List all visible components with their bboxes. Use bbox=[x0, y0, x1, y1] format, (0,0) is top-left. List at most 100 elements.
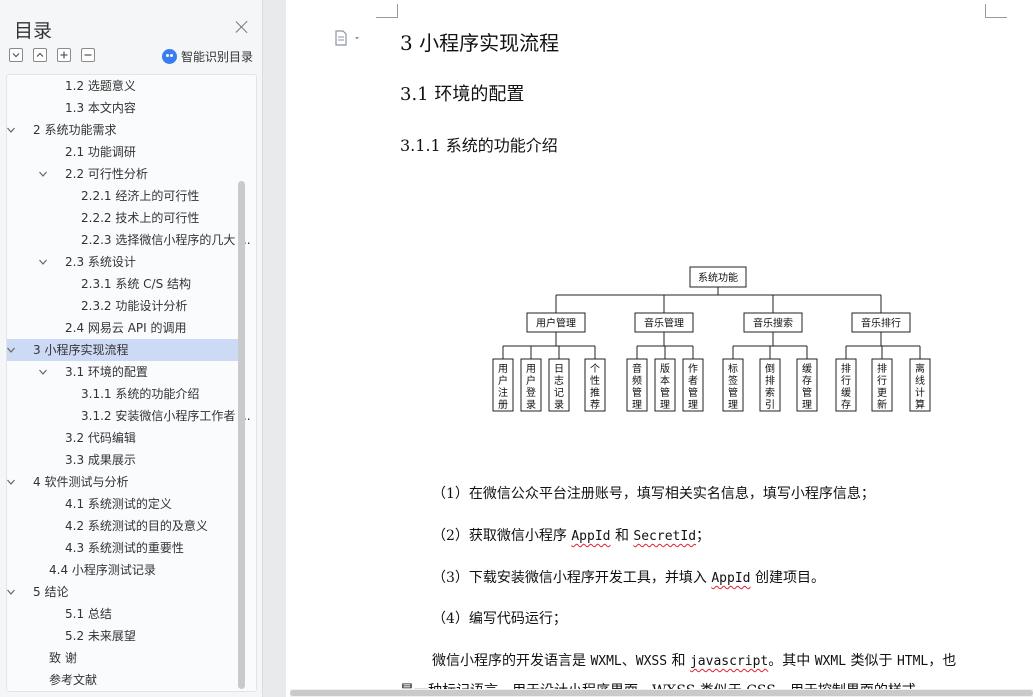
document-icon[interactable] bbox=[335, 30, 363, 46]
chevron-down-icon[interactable] bbox=[7, 478, 15, 486]
toc-item[interactable]: 1.3 本文内容 bbox=[7, 97, 239, 119]
toc-item[interactable]: 2.2.2 技术上的可行性 bbox=[7, 207, 239, 229]
toc-panel: 目录 智能识别目录 1.2 选题意义 1.3 本文内容 2 系统功能需求 2.1 功能… bbox=[0, 0, 263, 697]
text-run: （2）获取微信小程序 bbox=[432, 528, 572, 544]
diagram-group-label: 用户管理 bbox=[536, 317, 576, 330]
paragraph-step-1: （1）在微信公众平台注册账号，填写相关实名信息，填写小程序信息； bbox=[432, 486, 875, 502]
toc-item[interactable]: 参考文献 bbox=[7, 669, 239, 691]
chevron-down-icon bbox=[12, 53, 20, 58]
add-heading-button[interactable] bbox=[57, 48, 71, 62]
text-run: 。其中 bbox=[768, 653, 815, 669]
toc-item[interactable]: 3.3 成果展示 bbox=[7, 449, 239, 471]
text-run: 类似于 bbox=[846, 653, 897, 669]
toc-item[interactable]: 2.2.1 经济上的可行性 bbox=[7, 185, 239, 207]
diagram-leaf-label: 用户注册 bbox=[498, 364, 508, 411]
toc-item[interactable]: 2.1 功能调研 bbox=[7, 141, 239, 163]
toc-item[interactable]: 5.2 未来展望 bbox=[7, 625, 239, 647]
toc-item-label: 4.1 系统测试的定义 bbox=[65, 497, 172, 511]
toc-item[interactable]: 4.2 系统测试的目的及意义 bbox=[7, 515, 239, 537]
toc-item[interactable]: 3.1.1 系统的功能介绍 bbox=[7, 383, 239, 405]
toc-item-label: 2.2.2 技术上的可行性 bbox=[81, 211, 200, 225]
text-run: WXML bbox=[814, 654, 847, 669]
paragraph-step-4: （4）编写代码运行； bbox=[432, 611, 567, 627]
chevron-down-icon[interactable] bbox=[7, 126, 15, 134]
toc-item[interactable]: 致 谢 bbox=[7, 647, 239, 669]
toc-item-label: 4.4 小程序测试记录 bbox=[49, 563, 156, 577]
diagram-group-label: 音乐管理 bbox=[644, 317, 684, 330]
minus-icon bbox=[84, 54, 92, 56]
toc-item-label: 1.3 本文内容 bbox=[65, 101, 136, 115]
diagram-group-label: 音乐排行 bbox=[861, 317, 901, 330]
toc-item[interactable]: 2.2 可行性分析 bbox=[7, 163, 239, 185]
text-run: AppId bbox=[571, 529, 611, 544]
toc-item[interactable]: 3.1 环境的配置 bbox=[7, 361, 239, 383]
toc-item[interactable]: 2.3 系统设计 bbox=[7, 251, 239, 273]
toc-item-label: 3.2 代码编辑 bbox=[65, 431, 136, 445]
remove-heading-button[interactable] bbox=[81, 48, 95, 62]
toc-item-label: 2.3.2 功能设计分析 bbox=[81, 299, 188, 313]
chevron-down-icon[interactable] bbox=[39, 170, 47, 178]
chevron-down-icon[interactable] bbox=[39, 368, 47, 376]
toc-item[interactable]: 2.3.1 系统 C/S 结构 bbox=[7, 273, 239, 295]
chevron-down-icon[interactable] bbox=[7, 588, 15, 596]
text-run: HTML bbox=[896, 654, 929, 669]
toc-item[interactable]: 4.4 小程序测试记录 bbox=[7, 559, 239, 581]
toc-item[interactable]: 1.2 选题意义 bbox=[7, 75, 239, 97]
toc-item[interactable]: 4.1 系统测试的定义 bbox=[7, 493, 239, 515]
toc-item[interactable]: 2.2.3 选择微信小程序的几大 ... bbox=[7, 229, 251, 251]
text-run: （3）下载安装微信小程序开发工具，并填入 bbox=[432, 570, 712, 586]
toc-item-label: 2.2.1 经济上的可行性 bbox=[81, 189, 200, 203]
chevron-up-icon bbox=[36, 52, 44, 57]
function-structure-diagram: 系统功能用户管理用户注册 用户登录 日志记录 个性推荐 音乐管理音频管理 版本管理 作者管理… bbox=[492, 266, 931, 412]
toc-item-label: 3.1.1 系统的功能介绍 bbox=[81, 387, 200, 401]
diagram-leaf-label: 个性推荐 bbox=[590, 363, 600, 411]
diagram-leaf-label: 缓存管理 bbox=[802, 362, 812, 411]
text-run: ，也 bbox=[928, 653, 957, 669]
toc-item-label: 2.3.1 系统 C/S 结构 bbox=[81, 277, 192, 291]
toc-item[interactable]: 3.2 代码编辑 bbox=[7, 427, 239, 449]
heading-level-3: 3.1.1 系统的功能介绍 bbox=[400, 136, 558, 155]
horizontal-scrollbar-thumb[interactable] bbox=[290, 690, 1033, 696]
toc-item[interactable]: 5 结论 bbox=[7, 581, 239, 603]
close-icon[interactable] bbox=[234, 19, 250, 35]
heading-level-1: 3 小程序实现流程 bbox=[400, 31, 560, 55]
toc-scrollbar[interactable] bbox=[238, 181, 245, 689]
toc-item[interactable]: 2.3.2 功能设计分析 bbox=[7, 295, 239, 317]
toc-item-label: 2.4 网易云 API 的调用 bbox=[65, 321, 187, 335]
page-corner-mark bbox=[985, 4, 1007, 18]
toc-item-label: 4 软件测试与分析 bbox=[33, 475, 129, 489]
diagram-leaf-label: 排行更新 bbox=[877, 362, 887, 411]
toc-item-label: 2.1 功能调研 bbox=[65, 145, 136, 159]
toc-item[interactable]: 2.4 网易云 API 的调用 bbox=[7, 317, 239, 339]
toc-item-label: 2.2 可行性分析 bbox=[65, 167, 148, 181]
smart-robot-icon bbox=[162, 49, 177, 64]
paragraph-step-3: （3）下载安装微信小程序开发工具，并填入 AppId 创建项目。 bbox=[432, 567, 825, 587]
smart-toc-label: 智能识别目录 bbox=[181, 50, 254, 64]
collapse-all-button[interactable] bbox=[33, 48, 47, 62]
diagram-leaf-label: 离线计算 bbox=[915, 362, 925, 411]
smart-toc-button[interactable]: 智能识别目录 bbox=[162, 48, 253, 65]
expand-all-button[interactable] bbox=[9, 48, 23, 62]
diagram-leaf-label: 排行缓存 bbox=[841, 362, 851, 411]
toc-item[interactable]: 5.1 总结 bbox=[7, 603, 239, 625]
text-run: 、 bbox=[621, 653, 636, 669]
toc-item[interactable]: 3.1.2 安装微信小程序工作者 ... bbox=[7, 405, 251, 427]
horizontal-scrollbar[interactable] bbox=[290, 689, 1033, 697]
toc-item-label: 致 谢 bbox=[49, 651, 77, 665]
chevron-down-icon[interactable] bbox=[7, 346, 15, 354]
diagram-leaf-label: 日志记录 bbox=[554, 364, 564, 411]
toc-item[interactable]: 2 系统功能需求 bbox=[7, 119, 239, 141]
text-run: ； bbox=[696, 528, 711, 544]
toc-item[interactable]: 4.3 系统测试的重要性 bbox=[7, 537, 239, 559]
toc-item-label: 3.3 成果展示 bbox=[65, 453, 136, 467]
toc-item-label: 5.2 未来展望 bbox=[65, 629, 136, 643]
text-run: javascript bbox=[689, 654, 769, 669]
diagram-leaf-label: 版本管理 bbox=[660, 362, 670, 411]
text-run: SecretId bbox=[633, 529, 697, 544]
paragraph-languages: 微信小程序的开发语言是 WXML、WXSS 和 javascript。其中 WX… bbox=[432, 650, 956, 670]
toc-item[interactable]: 3 小程序实现流程 bbox=[7, 339, 239, 361]
toc-item[interactable]: 4 软件测试与分析 bbox=[7, 471, 239, 493]
chevron-down-icon[interactable] bbox=[39, 258, 47, 266]
toc-item-label: 5.1 总结 bbox=[65, 607, 112, 621]
text-run: WXSS bbox=[635, 654, 668, 669]
